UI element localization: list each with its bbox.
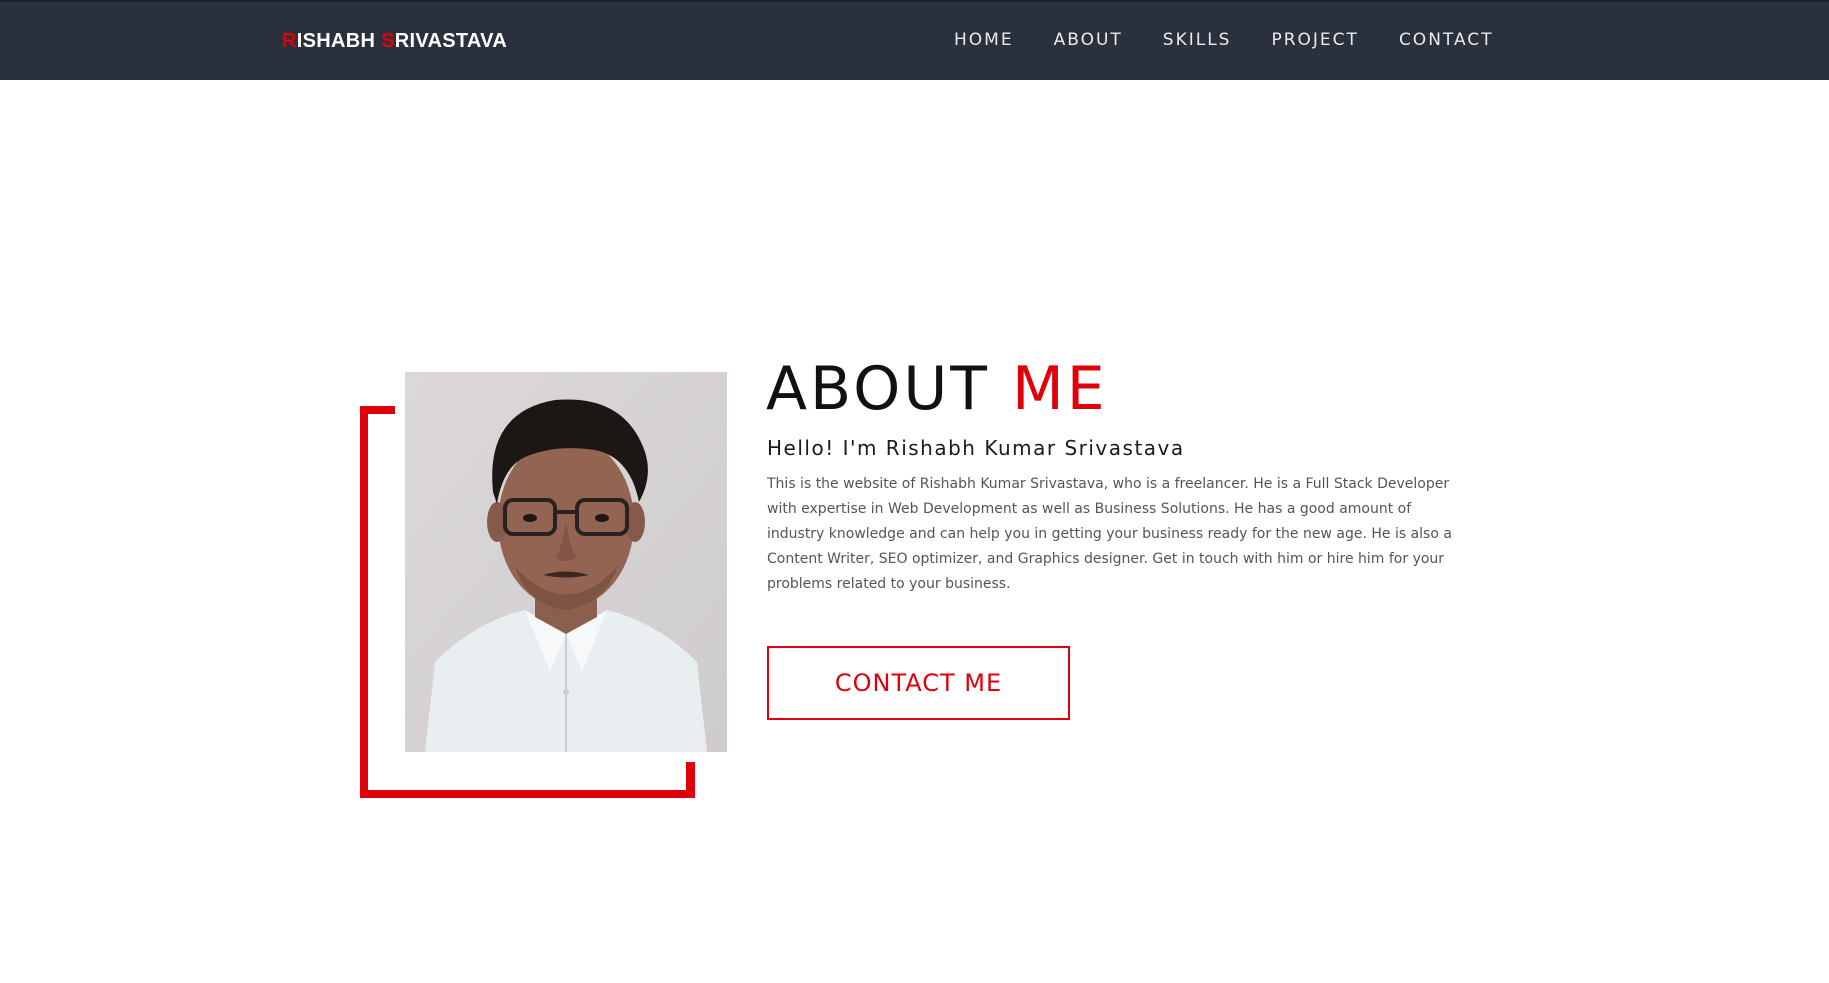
- brand-last-initial: S: [381, 30, 395, 52]
- nav-link-about[interactable]: ABOUT: [1054, 30, 1123, 50]
- decorative-bracket-left: [360, 406, 368, 798]
- nav-link-contact[interactable]: CONTACT: [1399, 30, 1494, 50]
- decorative-bracket-top: [360, 406, 395, 414]
- about-heading-main: ABOUT: [766, 354, 990, 424]
- brand-first-initial: R: [282, 30, 297, 52]
- nav-link-home[interactable]: HOME: [954, 30, 1014, 50]
- decorative-bracket-right: [686, 762, 695, 798]
- greeting-subtitle: Hello! I'm Rishabh Kumar Srivastava: [767, 436, 1185, 460]
- nav-menu: HOME ABOUT SKILLS PROJECT CONTACT: [954, 30, 1494, 50]
- contact-me-button[interactable]: CONTACT ME: [767, 646, 1070, 720]
- nav-link-skills[interactable]: SKILLS: [1163, 30, 1232, 50]
- brand-last-rest: RIVASTAVA: [394, 30, 508, 52]
- nav-link-project[interactable]: PROJECT: [1271, 30, 1358, 50]
- brand-first-rest: ISHABH: [296, 30, 376, 52]
- decorative-bracket-bottom: [360, 790, 695, 798]
- about-heading: ABOUT ME: [766, 354, 1108, 424]
- top-navbar: RISHABH SRIVASTAVA HOME ABOUT SKILLS PRO…: [0, 0, 1829, 80]
- bio-paragraph: This is the website of Rishabh Kumar Sri…: [767, 476, 1452, 592]
- brand-logo[interactable]: RISHABH SRIVASTAVA: [282, 30, 507, 53]
- profile-photo: [405, 372, 727, 752]
- about-heading-accent: ME: [1012, 354, 1108, 424]
